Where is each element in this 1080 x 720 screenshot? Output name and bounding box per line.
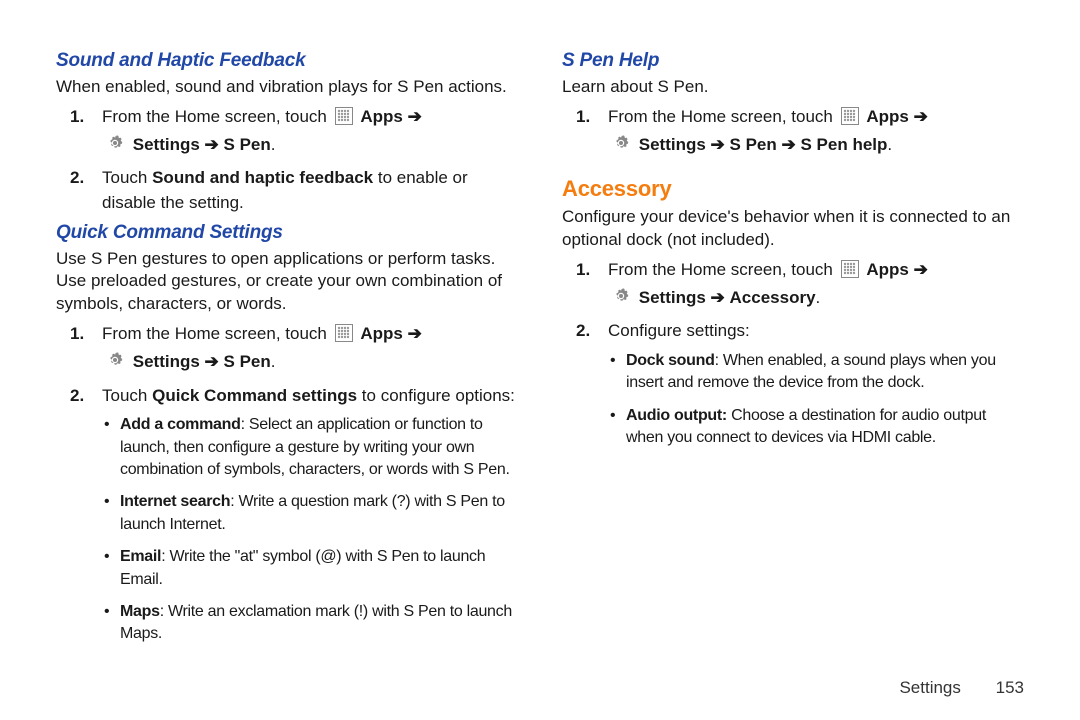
arrow-icon: ➔ [711, 288, 725, 307]
step: 2. Touch Sound and haptic feedback to en… [56, 166, 518, 215]
step-bold: Quick Command settings [152, 386, 357, 405]
step-number: 1. [70, 105, 84, 130]
list-item: Audio output: Choose a destination for a… [608, 405, 1024, 450]
spen-label: S Pen [730, 135, 777, 154]
settings-label: Settings [133, 135, 200, 154]
step: 2. Configure settings: Dock sound: When … [562, 319, 1024, 449]
arrow-icon: ➔ [711, 135, 725, 154]
settings-gear-icon [105, 133, 125, 161]
list-item: Dock sound: When enabled, a sound plays … [608, 350, 1024, 395]
apps-grid-icon [841, 107, 859, 133]
settings-gear-icon [105, 350, 125, 378]
accessory-steps: 1. From the Home screen, touch Apps ➔ Se… [562, 258, 1024, 449]
sound-haptic-steps: 1. From the Home screen, touch Apps ➔ Se… [56, 105, 518, 216]
settings-gear-icon [611, 133, 631, 161]
sound-haptic-intro: When enabled, sound and vibration plays … [56, 76, 518, 99]
accessory-label: Accessory [730, 288, 816, 307]
apps-grid-icon [335, 107, 353, 133]
arrow-icon: ➔ [914, 260, 928, 279]
step: 1. From the Home screen, touch Apps ➔ Se… [56, 322, 518, 377]
heading-quick-command: Quick Command Settings [56, 222, 518, 244]
bullet-bold: Dock sound [626, 352, 715, 369]
right-column: S Pen Help Learn about S Pen. 1. From th… [562, 44, 1024, 656]
step: 1. From the Home screen, touch Apps ➔ Se… [562, 258, 1024, 313]
spen-help-steps: 1. From the Home screen, touch Apps ➔ Se… [562, 105, 1024, 160]
apps-label: Apps [360, 107, 403, 126]
arrow-icon: ➔ [205, 135, 219, 154]
step-text: From the Home screen, touch [608, 260, 838, 279]
spen-label: S Pen [224, 352, 271, 371]
page-number: 153 [996, 678, 1024, 698]
spen-label: S Pen [224, 135, 271, 154]
spen-help-intro: Learn about S Pen. [562, 76, 1024, 99]
step-text: to configure options: [357, 386, 515, 405]
arrow-icon: ➔ [205, 352, 219, 371]
heading-sound-haptic: Sound and Haptic Feedback [56, 50, 518, 72]
step-text: From the Home screen, touch [102, 324, 332, 343]
arrow-icon: ➔ [782, 135, 796, 154]
accessory-intro: Configure your device's behavior when it… [562, 206, 1024, 252]
bullet-bold: Audio output: [626, 407, 727, 424]
step-text: Touch [102, 168, 152, 187]
step-text: From the Home screen, touch [608, 107, 838, 126]
step: 2. Touch Quick Command settings to confi… [56, 384, 518, 646]
list-item: Maps: Write an exclamation mark (!) with… [102, 601, 518, 646]
step-number: 1. [576, 105, 590, 130]
step: 1. From the Home screen, touch Apps ➔ Se… [562, 105, 1024, 160]
step-number: 2. [70, 384, 84, 409]
bullet-text: : Write the "at" symbol (@) with S Pen t… [120, 548, 485, 587]
list-item: Email: Write the "at" symbol (@) with S … [102, 546, 518, 591]
apps-grid-icon [841, 260, 859, 286]
list-item: Add a command: Select an application or … [102, 414, 518, 481]
arrow-icon: ➔ [914, 107, 928, 126]
settings-label: Settings [133, 352, 200, 371]
step-number: 2. [70, 166, 84, 191]
page-footer: Settings 153 [899, 678, 1024, 698]
list-item: Internet search: Write a question mark (… [102, 491, 518, 536]
spen-help-label: S Pen help [800, 135, 887, 154]
two-column-layout: Sound and Haptic Feedback When enabled, … [56, 44, 1024, 656]
quick-command-steps: 1. From the Home screen, touch Apps ➔ Se… [56, 322, 518, 645]
footer-section: Settings [899, 678, 960, 697]
heading-spen-help: S Pen Help [562, 50, 1024, 72]
step-text: Configure settings: [608, 321, 750, 340]
left-column: Sound and Haptic Feedback When enabled, … [56, 44, 518, 656]
step-number: 2. [576, 319, 590, 344]
bullet-bold: Email [120, 548, 161, 565]
step: 1. From the Home screen, touch Apps ➔ Se… [56, 105, 518, 160]
step-text: From the Home screen, touch [102, 107, 332, 126]
settings-gear-icon [611, 286, 631, 314]
heading-accessory: Accessory [562, 176, 1024, 202]
apps-label: Apps [866, 107, 909, 126]
step-text: Touch [102, 386, 152, 405]
quick-command-intro: Use S Pen gestures to open applications … [56, 248, 518, 317]
step-number: 1. [576, 258, 590, 283]
settings-label: Settings [639, 135, 706, 154]
apps-grid-icon [335, 324, 353, 350]
bullet-bold: Internet search [120, 493, 230, 510]
bullet-bold: Maps [120, 603, 160, 620]
accessory-bullets: Dock sound: When enabled, a sound plays … [608, 350, 1024, 450]
apps-label: Apps [866, 260, 909, 279]
step-number: 1. [70, 322, 84, 347]
step-bold: Sound and haptic feedback [152, 168, 373, 187]
quick-command-bullets: Add a command: Select an application or … [102, 414, 518, 646]
arrow-icon: ➔ [408, 107, 422, 126]
arrow-icon: ➔ [408, 324, 422, 343]
bullet-text: : Write an exclamation mark (!) with S P… [120, 603, 512, 642]
settings-label: Settings [639, 288, 706, 307]
manual-page: Sound and Haptic Feedback When enabled, … [0, 0, 1080, 720]
apps-label: Apps [360, 324, 403, 343]
bullet-bold: Add a command [120, 416, 241, 433]
